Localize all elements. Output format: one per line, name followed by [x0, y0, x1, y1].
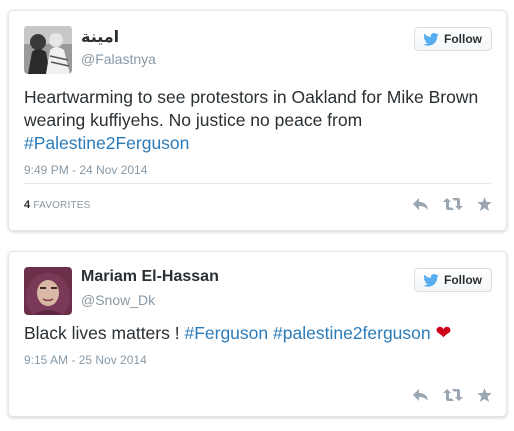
favorites-label: FAVORITES: [33, 200, 91, 211]
tweet-text: Black lives matters ! #Ferguson #palesti…: [24, 322, 494, 345]
follow-button[interactable]: Follow: [414, 27, 492, 51]
tweet-text: Heartwarming to see protestors in Oaklan…: [24, 86, 494, 155]
hashtag-link[interactable]: #palestine2ferguson: [273, 323, 431, 343]
hashtag-link[interactable]: #Palestine2Ferguson: [24, 133, 189, 153]
avatar[interactable]: [24, 26, 72, 74]
tweet-actions: [412, 197, 492, 211]
reply-icon[interactable]: [412, 197, 429, 211]
display-name[interactable]: Mariam El-Hassan: [81, 268, 219, 286]
retweet-icon[interactable]: [443, 197, 463, 211]
twitter-bird-icon: [423, 273, 439, 287]
follow-button[interactable]: Follow: [414, 268, 492, 292]
twitter-bird-icon: [423, 32, 439, 46]
favorite-star-icon[interactable]: [477, 197, 492, 211]
tweet-card: امينة @Falastnya Follow Heartwarming to …: [8, 10, 507, 231]
divider: [24, 183, 491, 184]
hashtag-link[interactable]: #Ferguson: [184, 323, 268, 343]
favorites-count: 4: [24, 199, 31, 211]
tweet-actions: [412, 388, 492, 402]
favorites-stat[interactable]: 4 FAVORITES: [24, 199, 91, 211]
reply-icon[interactable]: [412, 388, 429, 402]
follow-label: Follow: [444, 32, 482, 46]
timestamp[interactable]: 9:49 PM - 24 Nov 2014: [24, 163, 147, 177]
retweet-icon[interactable]: [443, 388, 463, 402]
tweet-body: Heartwarming to see protestors in Oaklan…: [24, 87, 479, 130]
avatar[interactable]: [24, 267, 72, 315]
follow-label: Follow: [444, 273, 482, 287]
tweet-body: Black lives matters !: [24, 323, 185, 343]
display-name[interactable]: امينة: [81, 27, 119, 47]
favorite-star-icon[interactable]: [477, 388, 492, 402]
user-handle[interactable]: @Snow_Dk: [81, 292, 155, 308]
tweet-card: Mariam El-Hassan @Snow_Dk Follow Black l…: [8, 251, 507, 417]
timestamp[interactable]: 9:15 AM - 25 Nov 2014: [24, 353, 147, 367]
heart-emoji: ❤: [435, 323, 452, 344]
user-handle[interactable]: @Falastnya: [81, 51, 156, 67]
